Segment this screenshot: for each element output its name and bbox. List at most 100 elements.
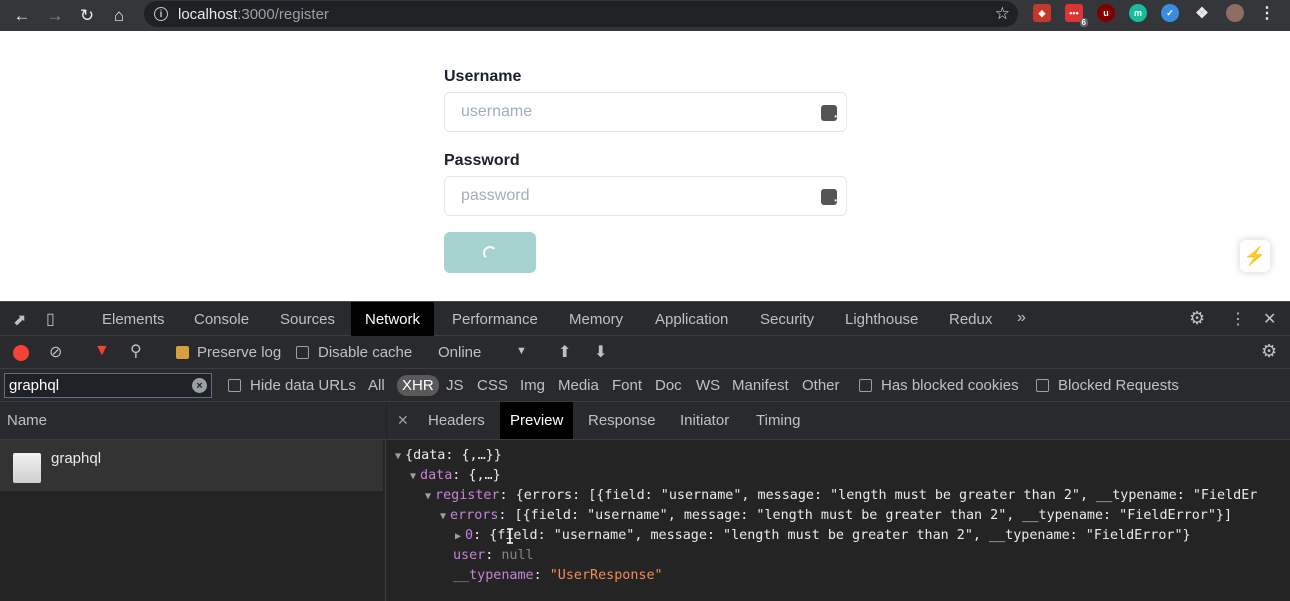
register-button[interactable] <box>444 232 536 273</box>
filter-input[interactable]: graphql × <box>4 373 212 398</box>
home-icon[interactable]: ⌂ <box>103 3 135 28</box>
tab-redux[interactable]: Redux <box>935 302 1006 336</box>
devtools-panel: ⬈ ▯ Elements Console Sources Network Per… <box>0 301 1290 601</box>
import-har-icon[interactable]: ⬆ <box>558 342 571 362</box>
tab-memory[interactable]: Memory <box>555 302 637 336</box>
extension-icon[interactable]: ◈ <box>1033 4 1051 22</box>
extensions-puzzle-icon[interactable]: ❖ <box>1193 4 1211 22</box>
throttle-select[interactable]: Online ▼ <box>438 342 533 364</box>
expand-triangle-icon[interactable]: ▼ <box>425 491 431 502</box>
inspect-element-icon[interactable]: ⬈ <box>13 310 26 330</box>
tab-headers[interactable]: Headers <box>418 402 495 439</box>
close-details-icon[interactable]: ✕ <box>397 412 409 429</box>
type-filter-doc[interactable]: Doc <box>652 375 685 396</box>
export-har-icon[interactable]: ⬇ <box>594 342 607 362</box>
preserve-log-checkbox[interactable] <box>176 346 189 359</box>
details-tabbar: ✕ Headers Preview Response Initiator Tim… <box>387 402 1290 440</box>
type-filter-xhr[interactable]: XHR <box>397 375 439 396</box>
json-line[interactable]: ▼ {data: {,…}} <box>395 446 502 466</box>
clear-filter-icon[interactable]: × <box>192 378 207 393</box>
address-bar[interactable]: i localhost:3000/register ☆ <box>144 1 1018 27</box>
extension-icon[interactable]: ••• 6 <box>1065 4 1088 27</box>
tab-timing[interactable]: Timing <box>746 402 810 439</box>
device-toolbar-icon[interactable]: ▯ <box>46 309 55 329</box>
tab-lighthouse[interactable]: Lighthouse <box>831 302 932 336</box>
tab-performance[interactable]: Performance <box>438 302 552 336</box>
settings-gear-icon[interactable]: ⚙ <box>1189 308 1205 329</box>
type-filter-media[interactable]: Media <box>555 375 602 396</box>
type-filter-all[interactable]: All <box>365 375 388 396</box>
request-row[interactable]: graphql <box>0 440 383 491</box>
username-input[interactable]: username • <box>444 92 847 132</box>
json-value: "UserResponse" <box>549 568 663 583</box>
expand-triangle-icon[interactable]: ▶ <box>455 531 461 542</box>
has-blocked-cookies-checkbox[interactable] <box>859 379 872 392</box>
tab-elements[interactable]: Elements <box>88 302 179 336</box>
tab-preview[interactable]: Preview <box>500 402 574 439</box>
profile-avatar[interactable] <box>1226 4 1244 22</box>
extension-icon[interactable]: ✓ <box>1161 4 1179 22</box>
devtools-tabbar: ⬈ ▯ Elements Console Sources Network Per… <box>0 301 1290 336</box>
throttle-value: Online <box>438 344 482 361</box>
type-filter-js[interactable]: JS <box>443 375 467 396</box>
tab-response[interactable]: Response <box>578 402 666 439</box>
filter-value: graphql <box>9 377 60 394</box>
more-tabs-icon[interactable]: » <box>1017 309 1026 327</box>
has-blocked-cookies-label: Has blocked cookies <box>881 377 1019 394</box>
expand-triangle-icon[interactable]: ▼ <box>395 451 401 462</box>
filter-icon[interactable]: ▼ <box>94 342 110 360</box>
clear-icon[interactable]: ⊘ <box>49 342 62 362</box>
tab-sources[interactable]: Sources <box>266 302 349 336</box>
blocked-requests-checkbox[interactable] <box>1036 379 1049 392</box>
network-toolbar: ⊘ ▼ ⚲ Preserve log Disable cache Online … <box>0 336 1290 369</box>
name-column-header[interactable]: Name <box>0 402 386 440</box>
password-manager-icon[interactable]: • <box>821 189 837 205</box>
expand-triangle-icon[interactable]: ▼ <box>440 511 446 522</box>
reload-icon[interactable]: ↻ <box>71 3 103 28</box>
url-host: localhost <box>178 5 238 23</box>
json-line[interactable]: ▼ register: {errors: [{field: "username",… <box>425 486 1257 506</box>
tab-console[interactable]: Console <box>180 302 263 336</box>
json-line[interactable]: ▶ 0: {field: "username", message: "length… <box>455 526 1191 546</box>
json-line[interactable]: ▼ data: {,…} <box>410 466 501 486</box>
type-filter-img[interactable]: Img <box>517 375 548 396</box>
search-icon[interactable]: ⚲ <box>130 341 142 361</box>
type-filter-font[interactable]: Font <box>609 375 645 396</box>
type-filter-ws[interactable]: WS <box>693 375 723 396</box>
json-value: {,…} <box>468 468 501 483</box>
filter-bar: graphql × Hide data URLs All XHR JS CSS … <box>0 369 1290 402</box>
json-line: __typename: "UserResponse" <box>453 568 663 583</box>
extension-icon[interactable]: m <box>1129 4 1147 22</box>
type-filter-manifest[interactable]: Manifest <box>729 375 792 396</box>
json-line[interactable]: ▼ errors: [{field: "username", message: "… <box>440 506 1232 526</box>
customize-kebab-icon[interactable]: ⋮ <box>1230 309 1246 329</box>
password-input[interactable]: password • <box>444 176 847 216</box>
json-key: errors <box>450 508 499 523</box>
network-settings-gear-icon[interactable]: ⚙ <box>1261 341 1277 362</box>
document-icon <box>13 453 41 483</box>
back-icon[interactable]: ← <box>6 3 38 28</box>
browser-toolbar: ← → ↻ ⌂ i localhost:3000/register ☆ ◈ ••… <box>0 0 1290 31</box>
tab-network[interactable]: Network <box>351 302 435 336</box>
tab-application[interactable]: Application <box>641 302 742 336</box>
menu-kebab-icon[interactable]: ⋮ <box>1258 4 1276 22</box>
blocked-requests-label: Blocked Requests <box>1058 377 1179 394</box>
forward-icon[interactable]: → <box>39 3 71 28</box>
type-filter-other[interactable]: Other <box>799 375 843 396</box>
json-key: __typename <box>453 568 534 583</box>
lightning-bolt-icon[interactable]: ⚡ <box>1240 240 1270 272</box>
tab-initiator[interactable]: Initiator <box>670 402 739 439</box>
record-icon[interactable] <box>13 345 29 361</box>
expand-triangle-icon[interactable]: ▼ <box>410 471 416 482</box>
json-key: data <box>420 468 453 483</box>
password-manager-icon[interactable]: • <box>821 105 837 121</box>
site-info-icon[interactable]: i <box>154 7 168 21</box>
ublock-icon[interactable]: u <box>1097 4 1115 22</box>
close-devtools-icon[interactable]: ✕ <box>1263 309 1276 329</box>
hide-data-urls-checkbox[interactable] <box>228 379 241 392</box>
tab-security[interactable]: Security <box>746 302 828 336</box>
bookmark-star-icon[interactable]: ☆ <box>995 4 1010 24</box>
type-filter-css[interactable]: CSS <box>474 375 511 396</box>
disable-cache-checkbox[interactable] <box>296 346 309 359</box>
chevron-down-icon: ▼ <box>516 345 527 357</box>
